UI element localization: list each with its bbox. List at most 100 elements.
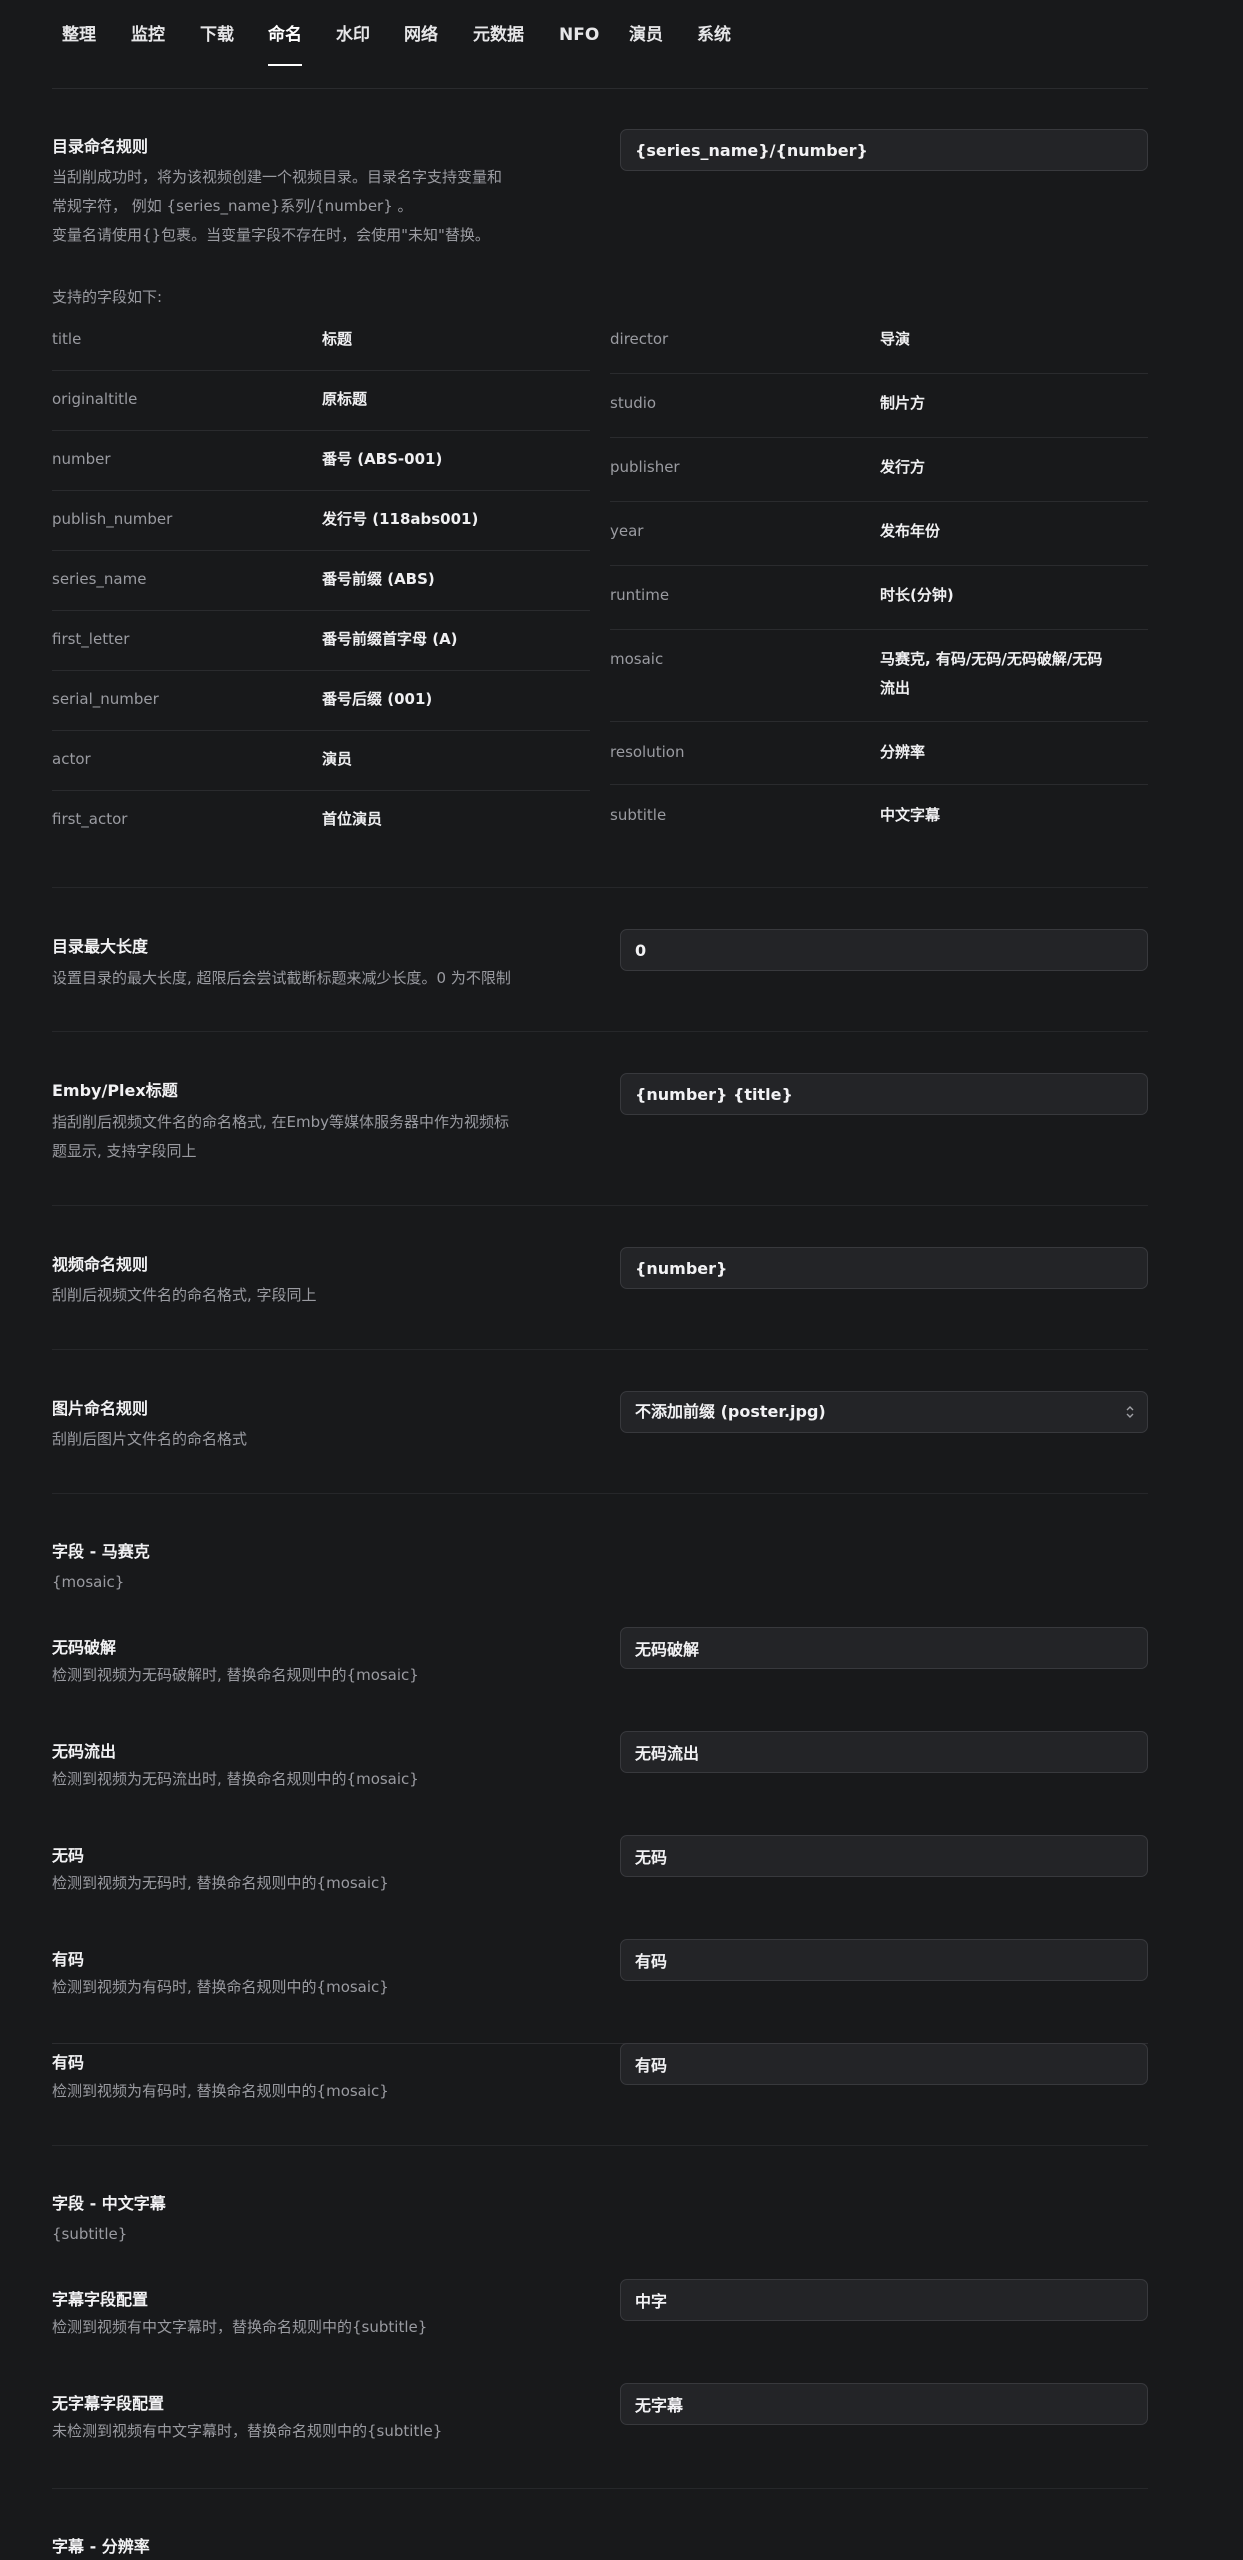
row-divider <box>610 565 1148 566</box>
field-desc: 中文字幕 <box>880 806 941 824</box>
row-divider <box>610 373 1148 374</box>
tab-actor[interactable]: 演员 <box>629 22 663 52</box>
tab-nfo[interactable]: NFO <box>559 22 599 52</box>
field-name: number <box>52 450 111 468</box>
video-rule-desc: 刮削后视频文件名的命名格式, 字段同上 <box>52 1286 317 1304</box>
tab-watermark[interactable]: 水印 <box>336 22 370 52</box>
row-divider <box>52 730 590 731</box>
row-divider <box>610 784 1148 785</box>
fields-heading: 支持的字段如下: <box>52 288 163 306</box>
dir-rule-desc-3: 变量名请使用{}包裹。当变量字段不存在时，会使用"未知"替换。 <box>52 226 490 244</box>
subtitle-absent-input[interactable] <box>620 2383 1148 2425</box>
tab-organize[interactable]: 整理 <box>62 22 96 52</box>
mosaic-item-desc: 检测到视频为有码时, 替换命名规则中的{mosaic} <box>52 1978 389 1996</box>
field-name: director <box>610 330 669 348</box>
field-name: subtitle <box>610 806 667 824</box>
dir-max-len-desc: 设置目录的最大长度, 超限后会尝试截断标题来减少长度。0 为不限制 <box>52 969 511 987</box>
section-divider <box>52 1205 1148 1206</box>
mosaic-censored-input[interactable] <box>620 1939 1148 1981</box>
field-name: resolution <box>610 743 685 761</box>
field-name: publish_number <box>52 510 173 528</box>
field-name: series_name <box>52 570 147 588</box>
dir-rule-input[interactable] <box>620 129 1148 171</box>
mosaic-item-title: 无码破解 <box>52 1638 117 1657</box>
mosaic-item-desc: 检测到视频为有码时, 替换命名规则中的{mosaic} <box>52 2082 389 2100</box>
field-name: first_letter <box>52 630 130 648</box>
section-divider <box>52 1031 1148 1032</box>
field-desc: 演员 <box>322 750 353 768</box>
row-divider <box>52 490 590 491</box>
mosaic-item-desc: 检测到视频为无码流出时, 替换命名规则中的{mosaic} <box>52 1770 419 1788</box>
field-desc: 制片方 <box>880 394 926 412</box>
field-desc: 番号后缀 (001) <box>322 690 433 708</box>
row-divider <box>610 501 1148 502</box>
subtitle-item-desc: 未检测到视频有中文字幕时，替换命名规则中的{subtitle} <box>52 2422 443 2440</box>
field-desc: 发行号 (118abs001) <box>322 510 479 528</box>
subtitle-item-title: 无字幕字段配置 <box>52 2394 165 2413</box>
field-name: studio <box>610 394 657 412</box>
section-divider <box>52 1349 1148 1350</box>
image-rule-title: 图片命名规则 <box>52 1399 149 1418</box>
field-desc: 番号前缀首字母 (A) <box>322 630 458 648</box>
field-name: originaltitle <box>52 390 138 408</box>
field-desc-continued: 流出 <box>880 679 911 697</box>
field-desc: 马赛克, 有码/无码/无码破解/无码 <box>880 650 1103 668</box>
field-name: serial_number <box>52 690 159 708</box>
tab-naming[interactable]: 命名 <box>268 22 302 66</box>
field-desc: 发行方 <box>880 458 926 476</box>
field-desc: 分辨率 <box>880 743 926 761</box>
emby-title-desc-1: 指刮削后视频文件名的命名格式, 在Emby等媒体服务器中作为视频标 <box>52 1113 510 1131</box>
mosaic-item-desc: 检测到视频为无码破解时, 替换命名规则中的{mosaic} <box>52 1666 419 1684</box>
section-divider <box>52 2488 1148 2489</box>
tab-monitor[interactable]: 监控 <box>131 22 165 52</box>
subtitle-present-input[interactable] <box>620 2279 1148 2321</box>
section-divider <box>52 887 1148 888</box>
tab-metadata[interactable]: 元数据 <box>473 22 524 52</box>
mosaic-item-title: 有码 <box>52 2053 85 2072</box>
subtitle-item-desc: 检测到视频有中文字幕时，替换命名规则中的{subtitle} <box>52 2318 428 2336</box>
field-name: year <box>610 522 644 540</box>
mosaic-uncensored-leak-crack-input[interactable] <box>620 1627 1148 1669</box>
mosaic-item-title: 无码流出 <box>52 1742 117 1761</box>
video-rule-input[interactable] <box>620 1247 1148 1289</box>
field-name: runtime <box>610 586 670 604</box>
dir-rule-desc-1: 当刮削成功时，将为该视频创建一个视频目录。目录名字支持变量和 <box>52 168 503 186</box>
mosaic-section-title: 字段 - 马赛克 <box>52 1542 150 1561</box>
row-divider <box>52 550 590 551</box>
row-divider <box>610 629 1148 630</box>
row-divider <box>610 721 1148 722</box>
image-rule-select[interactable]: 不添加前缀 (poster.jpg) <box>620 1391 1148 1433</box>
mosaic-section-var: {mosaic} <box>52 1573 125 1591</box>
subtitle-item-title: 字幕字段配置 <box>52 2290 149 2309</box>
field-desc: 导演 <box>880 330 911 348</box>
mosaic-item-title: 无码 <box>52 1846 85 1865</box>
field-name: mosaic <box>610 650 664 668</box>
mosaic-censored-input-2[interactable] <box>620 2043 1148 2085</box>
field-desc: 标题 <box>322 330 353 348</box>
select-chevron-icon <box>1126 1406 1134 1418</box>
resolution-section-title: 字幕 - 分辨率 <box>52 2537 150 2556</box>
row-divider <box>610 437 1148 438</box>
video-rule-title: 视频命名规则 <box>52 1255 149 1274</box>
dir-max-len-input[interactable] <box>620 929 1148 971</box>
row-divider <box>52 370 590 371</box>
mosaic-uncensored-input[interactable] <box>620 1835 1148 1877</box>
emby-title-input[interactable] <box>620 1073 1148 1115</box>
subtitle-section-var: {subtitle} <box>52 2225 128 2243</box>
dir-max-len-title: 目录最大长度 <box>52 937 149 956</box>
tab-network[interactable]: 网络 <box>404 22 438 52</box>
settings-tab-bar: 整理 监控 下载 命名 水印 网络 元数据 NFO 演员 系统 <box>52 0 1148 89</box>
field-name: publisher <box>610 458 680 476</box>
tab-system[interactable]: 系统 <box>697 22 731 52</box>
section-divider <box>52 1493 1148 1494</box>
mosaic-uncensored-leak-input[interactable] <box>620 1731 1148 1773</box>
field-desc: 原标题 <box>322 390 368 408</box>
field-desc: 番号前缀 (ABS) <box>322 570 435 588</box>
tab-download[interactable]: 下载 <box>200 22 234 52</box>
naming-settings-page: 整理 监控 下载 命名 水印 网络 元数据 NFO 演员 系统 目录命名规则 当… <box>0 0 1243 2560</box>
emby-title-desc-2: 题显示, 支持字段同上 <box>52 1142 197 1160</box>
dir-rule-title: 目录命名规则 <box>52 137 149 156</box>
field-desc: 首位演员 <box>322 810 383 828</box>
mosaic-item-title: 有码 <box>52 1950 85 1969</box>
field-name: first_actor <box>52 810 128 828</box>
